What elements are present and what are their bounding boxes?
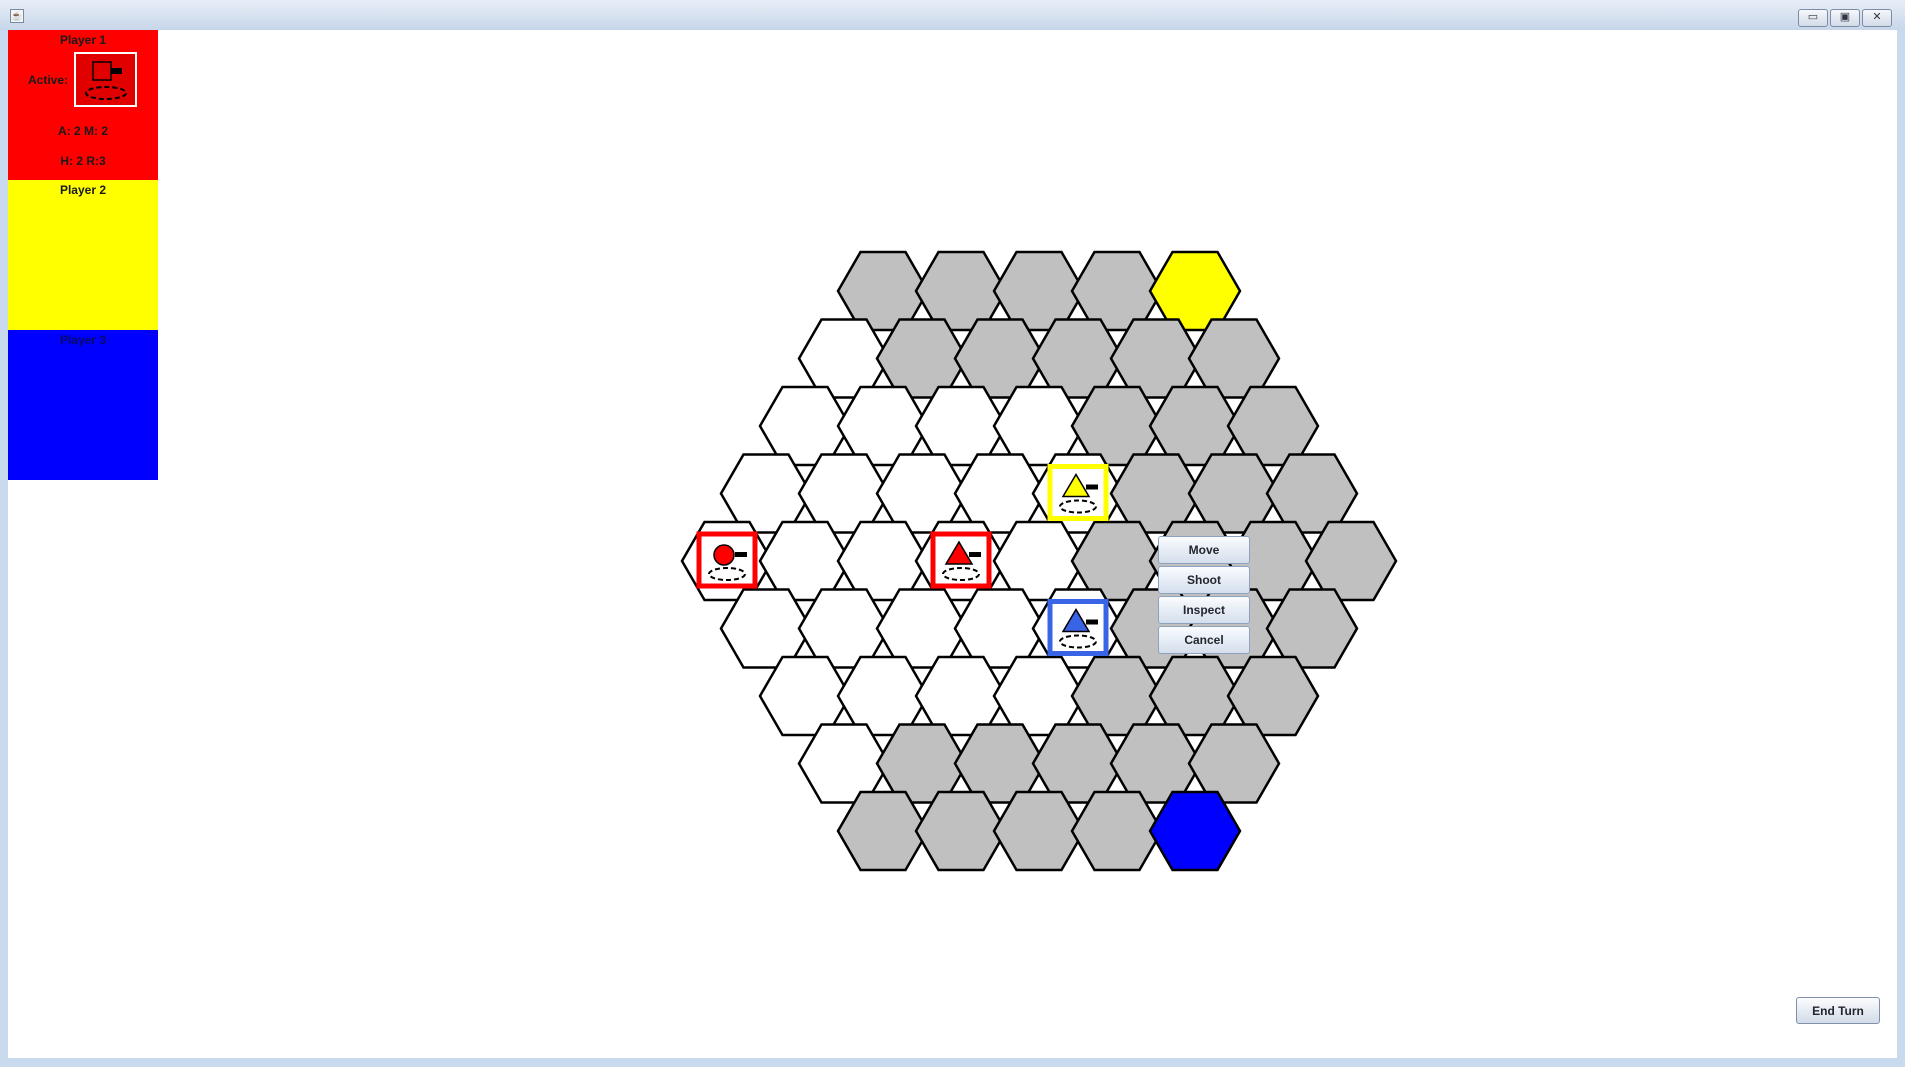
unit-context-menu: Move Shoot Inspect Cancel bbox=[1158, 536, 1250, 656]
shoot-menu-item[interactable]: Shoot bbox=[1158, 566, 1250, 594]
triangle-unit-token[interactable] bbox=[930, 531, 992, 589]
inspect-menu-item[interactable]: Inspect bbox=[1158, 596, 1250, 624]
hex-board bbox=[680, 250, 1398, 872]
game-canvas: Player 1 Active: A: 2 M: 2 H: 2 R:3 Play… bbox=[8, 30, 1897, 1058]
end-turn-button[interactable]: End Turn bbox=[1796, 997, 1880, 1024]
java-cup-icon[interactable]: ☕ bbox=[10, 9, 24, 23]
close-button[interactable]: ✕ bbox=[1862, 9, 1892, 27]
cancel-menu-item[interactable]: Cancel bbox=[1158, 626, 1250, 654]
move-menu-item[interactable]: Move bbox=[1158, 536, 1250, 564]
minimize-button[interactable]: ▭ bbox=[1798, 9, 1828, 27]
window-titlebar: ☕ ▭ ▣ ✕ bbox=[0, 0, 1905, 30]
triangle-unit-token[interactable] bbox=[1047, 464, 1109, 521]
circle-unit-token[interactable] bbox=[696, 531, 758, 589]
maximize-button[interactable]: ▣ bbox=[1830, 9, 1860, 27]
triangle-unit-token[interactable] bbox=[1047, 599, 1109, 656]
